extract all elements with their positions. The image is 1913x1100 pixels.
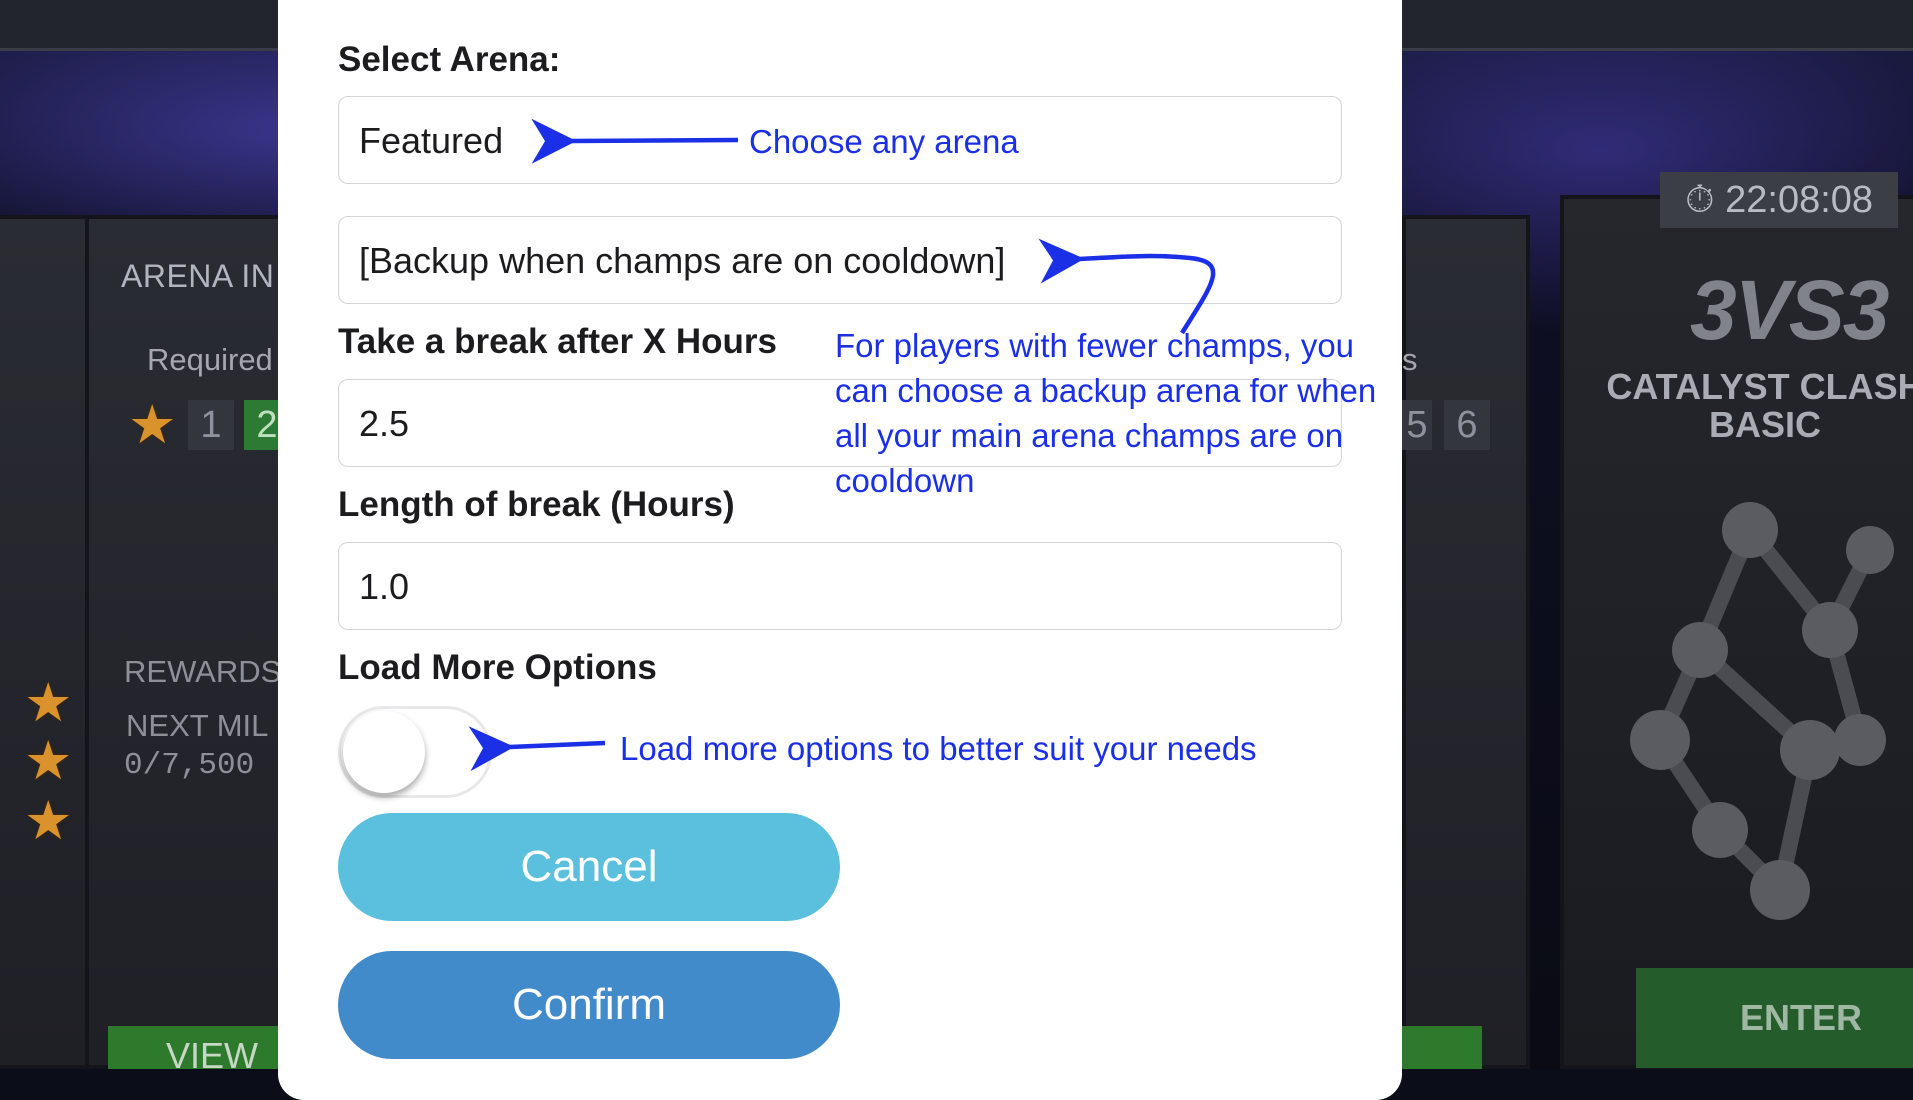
arrow-to-load-more-toggle-icon (468, 726, 606, 772)
arena-annotation: Choose any arena (749, 123, 1019, 160)
load-more-annotation: Load more options to better suit your ne… (620, 730, 1257, 767)
arrow-to-arena-select-icon (531, 118, 739, 164)
backup-arena-annotation: For players with fewer champs, you can c… (835, 327, 1377, 499)
arrow-to-backup-arena-icon (1038, 238, 1216, 335)
